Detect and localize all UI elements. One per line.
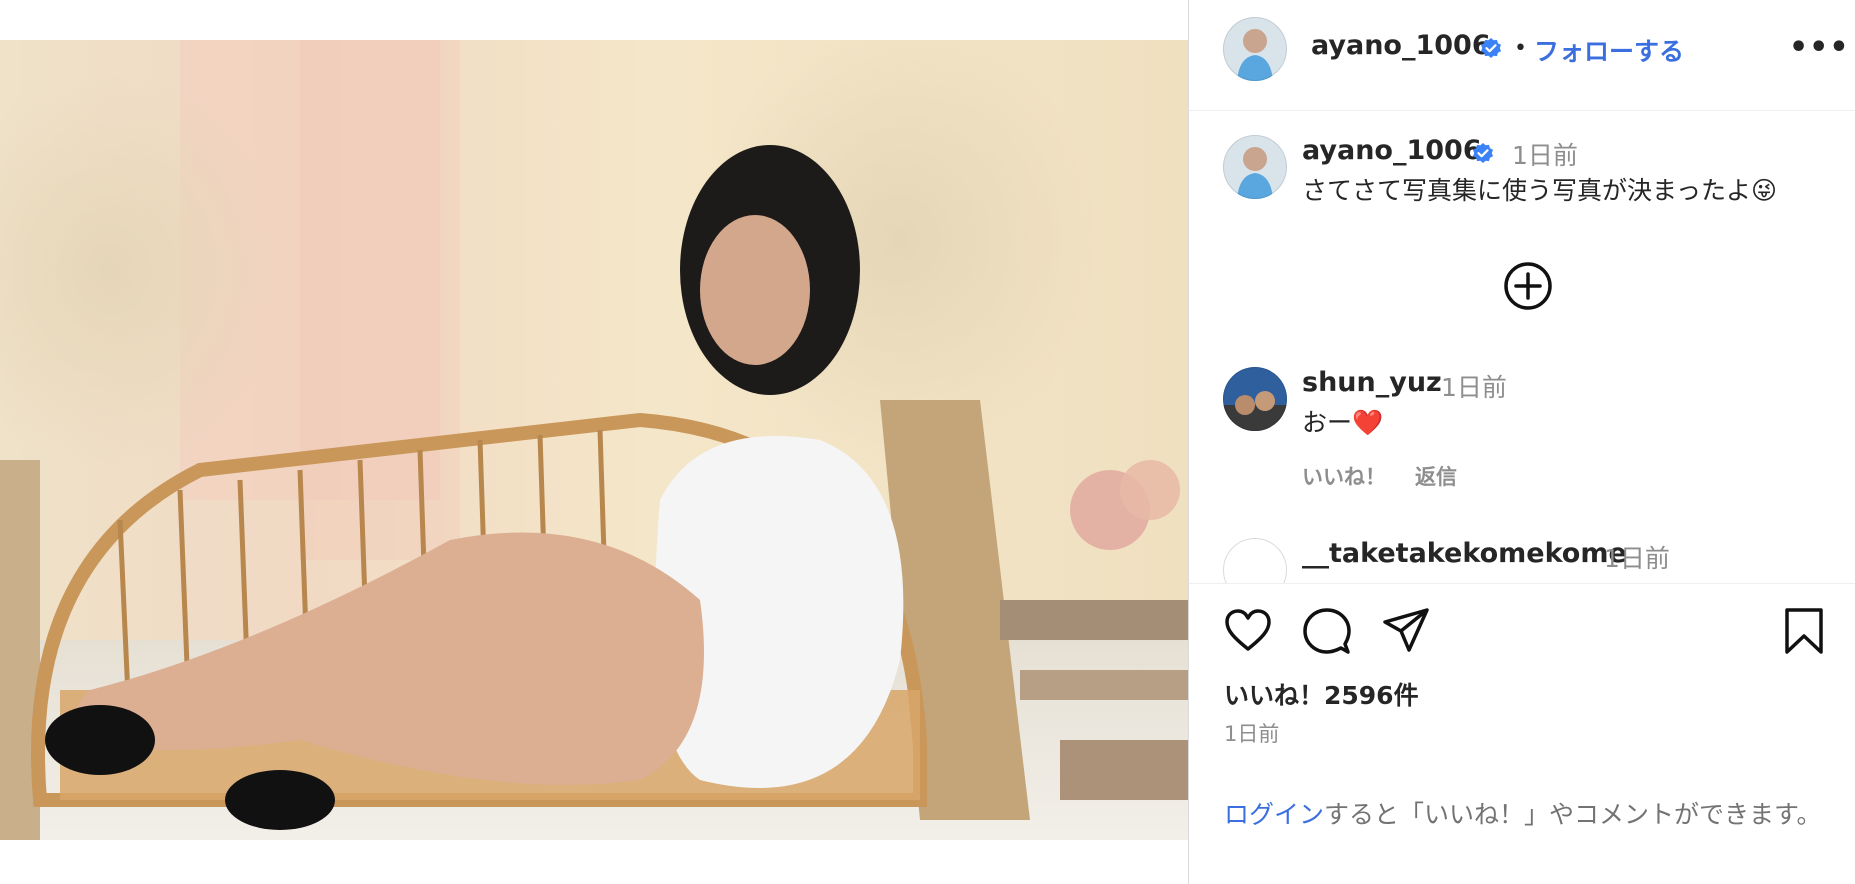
author-avatar[interactable] bbox=[1223, 17, 1287, 81]
header-separator: • bbox=[1514, 36, 1527, 61]
comment-time[interactable]: 1日前 bbox=[1604, 539, 1670, 575]
comment-like-button[interactable]: いいね！ bbox=[1302, 461, 1386, 491]
login-prompt-text: すると「いいね！」やコメントができます。 bbox=[1324, 800, 1822, 829]
post-actions: いいね！2596件 1日前 ログインすると「いいね！」やコメントができます。 bbox=[1189, 583, 1855, 884]
photo-illustration bbox=[0, 40, 1188, 840]
verified-badge-icon bbox=[1481, 38, 1501, 58]
likes-count[interactable]: いいね！2596件 bbox=[1224, 676, 1419, 712]
caption-avatar[interactable] bbox=[1223, 135, 1287, 199]
bookmark-icon[interactable] bbox=[1779, 606, 1829, 656]
add-circle-icon[interactable] bbox=[1503, 261, 1553, 311]
author-username[interactable]: ayano_1006 bbox=[1311, 30, 1491, 61]
follow-button[interactable]: フォローする bbox=[1534, 32, 1684, 68]
comment-avatar[interactable] bbox=[1223, 538, 1287, 583]
post-media bbox=[0, 0, 1188, 884]
comment-username[interactable]: __taketakekomekome bbox=[1302, 538, 1627, 569]
comment-avatar[interactable] bbox=[1223, 367, 1287, 431]
comment-text: おー❤️ bbox=[1302, 408, 1384, 437]
caption-text: さてさて写真集に使う写真が決まったよ😜 bbox=[1302, 176, 1778, 205]
caption-username[interactable]: ayano_1006 bbox=[1302, 135, 1482, 166]
comment-username[interactable]: shun_yuz bbox=[1302, 367, 1442, 398]
post-timestamp[interactable]: 1日前 bbox=[1224, 718, 1279, 748]
post-header: ayano_1006 • フォローする ••• bbox=[1189, 0, 1855, 111]
share-icon[interactable] bbox=[1381, 606, 1431, 656]
heart-icon[interactable] bbox=[1223, 606, 1273, 656]
login-link[interactable]: ログイン bbox=[1224, 800, 1324, 829]
more-options-icon[interactable]: ••• bbox=[1789, 30, 1850, 65]
caption-time[interactable]: 1日前 bbox=[1512, 136, 1578, 172]
comment-reply-button[interactable]: 返信 bbox=[1415, 461, 1457, 491]
instagram-post-view: ayano_1006 • フォローする ••• ayano_1006 1日前 さ… bbox=[0, 0, 1855, 884]
comment-time[interactable]: 1日前 bbox=[1441, 368, 1507, 404]
post-photo[interactable] bbox=[0, 40, 1188, 840]
comment-icon[interactable] bbox=[1302, 606, 1352, 656]
post-sidebar: ayano_1006 • フォローする ••• ayano_1006 1日前 さ… bbox=[1188, 0, 1855, 884]
comments-list: ayano_1006 1日前 さてさて写真集に使う写真が決まったよ😜 shun_… bbox=[1189, 111, 1855, 583]
login-prompt: ログインすると「いいね！」やコメントができます。 bbox=[1224, 796, 1824, 833]
verified-badge-icon bbox=[1473, 143, 1493, 163]
